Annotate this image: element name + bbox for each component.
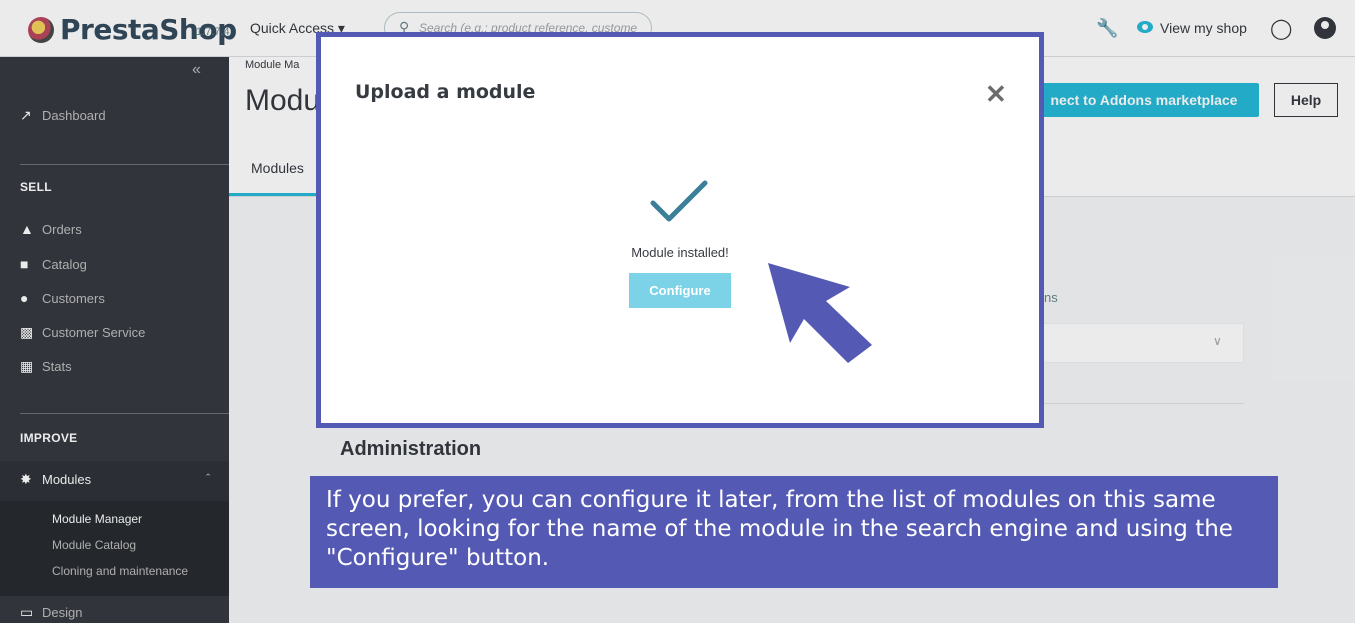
configure-button[interactable]: Configure xyxy=(629,273,731,308)
instruction-callout: If you prefer, you can configure it late… xyxy=(310,476,1278,588)
checkmark-icon xyxy=(650,180,708,222)
close-icon[interactable]: ✕ xyxy=(985,79,1007,110)
upload-module-modal: Upload a module ✕ Module installed! Conf… xyxy=(316,32,1044,428)
modal-title: Upload a module xyxy=(355,81,536,103)
pointer-arrow-icon xyxy=(768,263,872,363)
install-success-message: Module installed! xyxy=(631,245,729,260)
